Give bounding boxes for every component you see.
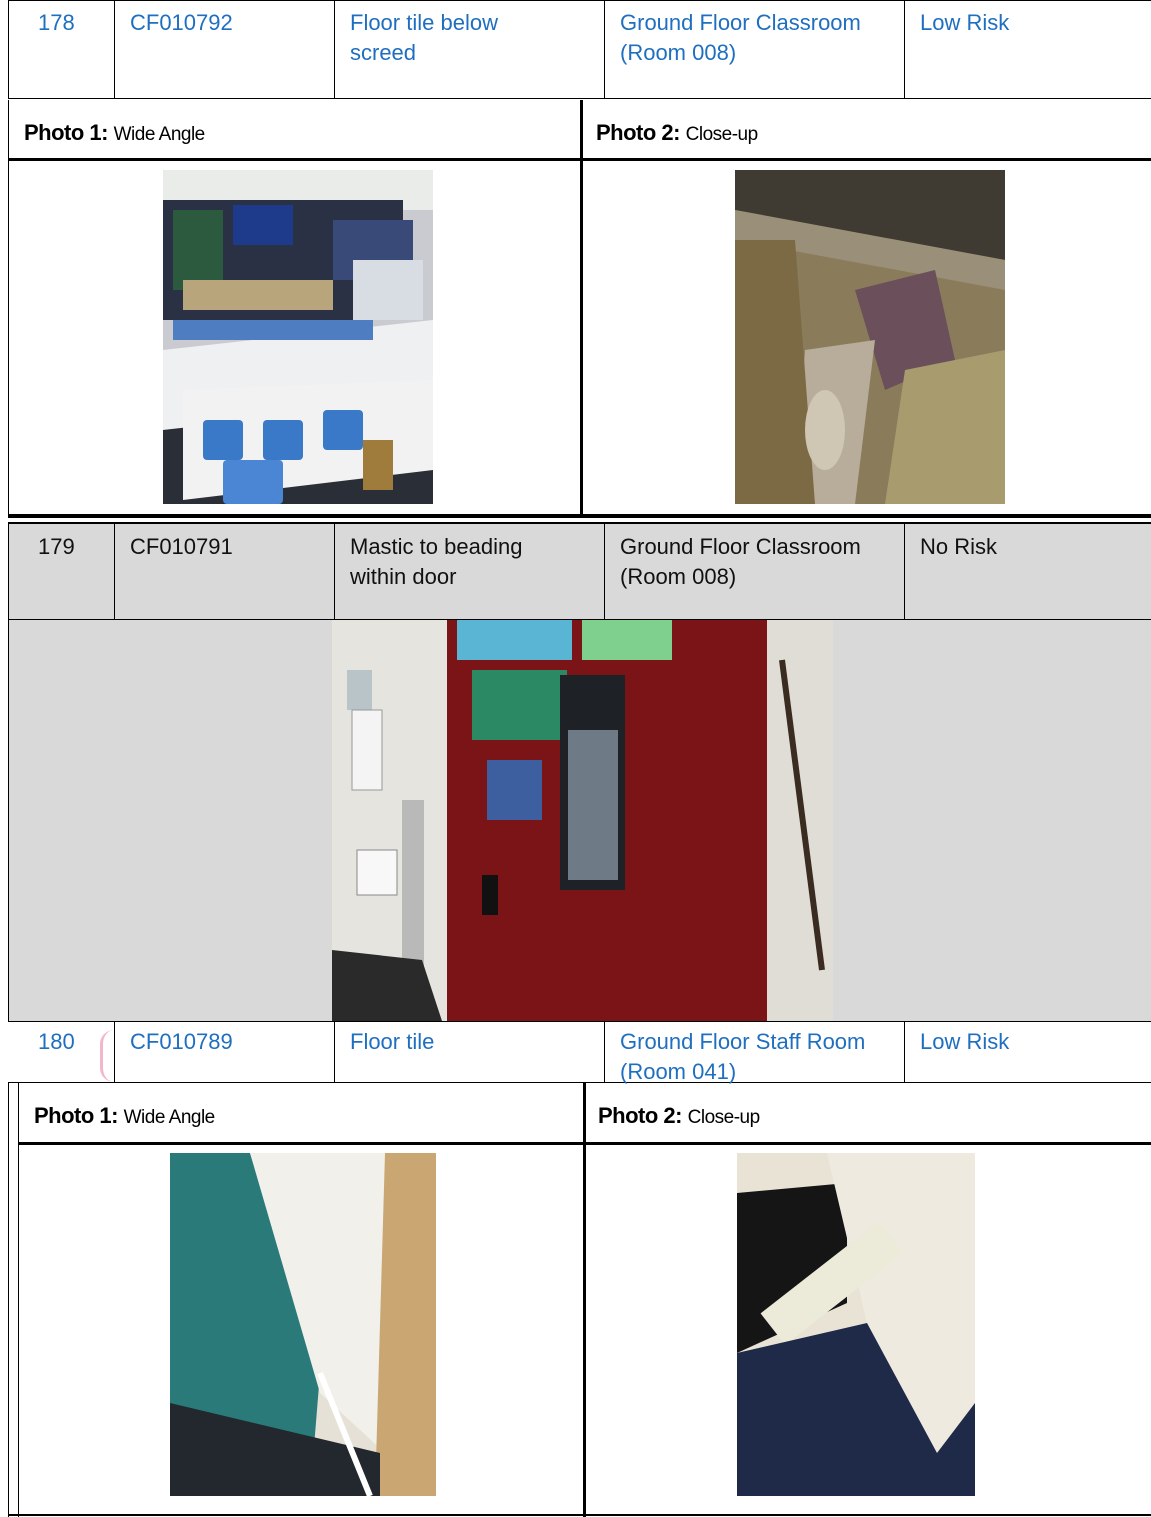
photo1-heading: Photo 1: Wide Angle — [24, 120, 205, 145]
material-description: Floor tile below screed — [350, 10, 498, 65]
item-number: 178 — [38, 10, 75, 35]
sample-code: CF010791 — [130, 534, 233, 559]
location: Ground Floor Classroom (Room 008) — [620, 534, 861, 589]
material-description: Mastic to beading within door — [350, 534, 523, 589]
material-description: Floor tile — [350, 1029, 435, 1054]
sample-code: CF010792 — [130, 10, 233, 35]
location: Ground Floor Staff Room (Room 041) — [620, 1029, 866, 1084]
risk-rating: Low Risk — [920, 10, 1010, 35]
item-number: 180 — [38, 1029, 75, 1054]
staff-room-wide-photo — [170, 1153, 436, 1496]
photo2-heading: Photo 2: Close-up — [598, 1103, 760, 1128]
sample-code: CF010789 — [130, 1029, 233, 1054]
risk-rating: Low Risk — [920, 1029, 1010, 1054]
photo2-heading: Photo 2: Close-up — [596, 120, 758, 145]
floor-tile-closeup-photo — [735, 170, 1005, 504]
door-mastic-photo — [332, 620, 833, 1021]
location: Ground Floor Classroom (Room 008) — [620, 10, 861, 65]
classroom-wide-photo — [163, 170, 433, 504]
risk-rating: No Risk — [920, 534, 998, 559]
item-number: 179 — [38, 534, 75, 559]
floor-tile-closeup-photo-2 — [737, 1153, 975, 1496]
photo1-heading: Photo 1: Wide Angle — [34, 1103, 215, 1128]
